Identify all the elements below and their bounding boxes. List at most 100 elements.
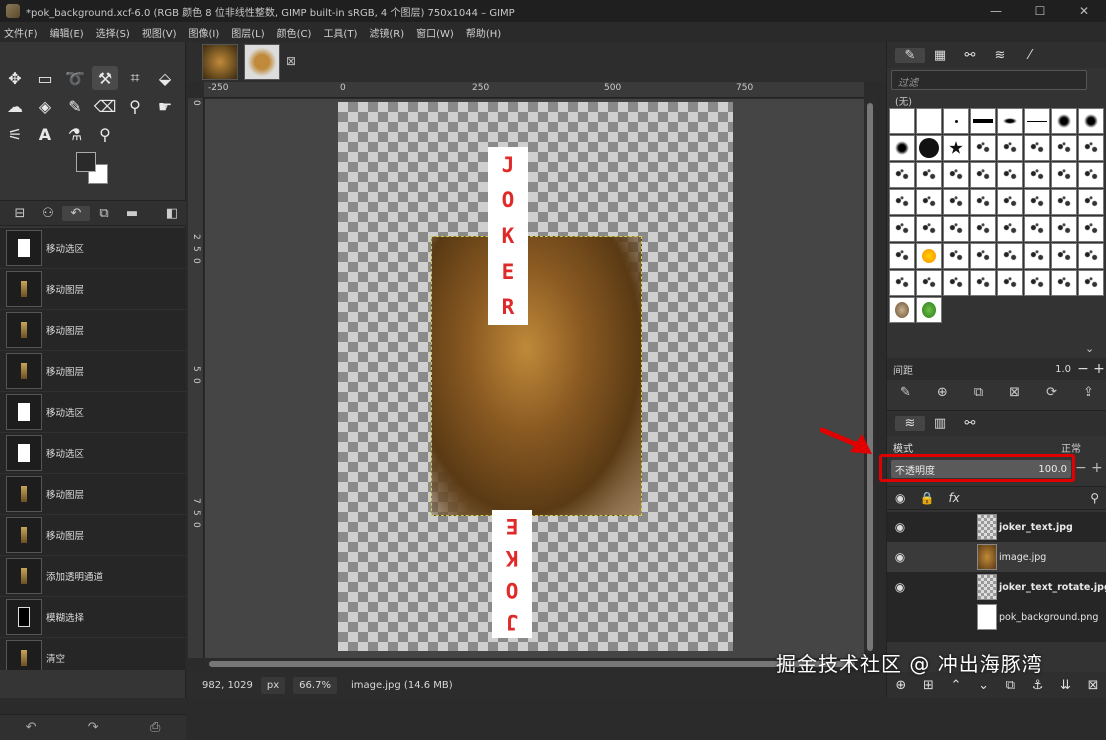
horizontal-scrollbar[interactable]: [205, 658, 864, 670]
brush-item[interactable]: [889, 108, 915, 134]
maximize-button[interactable]: ☐: [1018, 4, 1062, 18]
history-item[interactable]: 清空: [0, 638, 186, 670]
zoom-tool-icon[interactable]: ⚲: [92, 122, 118, 146]
menu-view[interactable]: 视图(V): [142, 25, 177, 40]
menu-file[interactable]: 文件(F): [4, 25, 38, 40]
lasso-tool-icon[interactable]: ➰: [62, 66, 88, 90]
brush-item[interactable]: [1024, 162, 1050, 188]
spacing-increase-icon[interactable]: +: [1091, 361, 1106, 377]
warp-tool-icon[interactable]: ☁: [2, 94, 28, 118]
brush-item[interactable]: [970, 270, 996, 296]
close-button[interactable]: ✕: [1062, 4, 1106, 18]
brush-item[interactable]: [1078, 270, 1104, 296]
brush-item[interactable]: [1078, 108, 1104, 134]
spacing-value[interactable]: 1.0: [1055, 364, 1071, 375]
opacity-decrease-icon[interactable]: −: [1075, 460, 1087, 476]
minimize-button[interactable]: —: [974, 4, 1018, 18]
raise-layer-icon[interactable]: ⌃: [951, 678, 962, 693]
paintbrush-tool-icon[interactable]: ✎: [62, 94, 88, 118]
color-picker-tool-icon[interactable]: ⚗: [62, 122, 88, 146]
layer-row[interactable]: ◉ pok_background.png: [887, 602, 1106, 632]
gradients-tab-icon[interactable]: ▬: [118, 206, 146, 221]
eye-icon[interactable]: ◉: [887, 520, 913, 534]
menu-edit[interactable]: 编辑(E): [50, 25, 84, 40]
image-tab-thumb-lion[interactable]: [202, 44, 238, 80]
brush-item[interactable]: [889, 162, 915, 188]
clear-history-icon[interactable]: ⎙: [150, 720, 160, 735]
brush-item[interactable]: [943, 270, 969, 296]
bucket-fill-tool-icon[interactable]: ◈: [32, 94, 58, 118]
brush-item[interactable]: [1024, 216, 1050, 242]
refresh-brushes-icon[interactable]: ⟳: [1046, 385, 1057, 400]
brush-item[interactable]: [916, 297, 942, 323]
brush-item[interactable]: [1024, 135, 1050, 161]
brush-item[interactable]: [997, 189, 1023, 215]
new-layer-group-icon[interactable]: ⊞: [923, 678, 934, 693]
brush-item[interactable]: [1051, 243, 1077, 269]
brush-item[interactable]: [916, 108, 942, 134]
layer-row[interactable]: ◉ joker_text.jpg: [887, 512, 1106, 542]
menu-select[interactable]: 选择(S): [96, 25, 130, 40]
brush-item[interactable]: [916, 216, 942, 242]
brush-filter-input[interactable]: 过滤: [891, 70, 1087, 90]
menu-filters[interactable]: 滤镜(R): [369, 25, 404, 40]
document-history-tab-icon[interactable]: ≋: [985, 48, 1015, 63]
crop-tool-icon[interactable]: ⌗: [122, 66, 148, 90]
brush-item[interactable]: [943, 216, 969, 242]
brush-item[interactable]: [1051, 108, 1077, 134]
duplicate-layer-icon[interactable]: ⧉: [1006, 678, 1015, 693]
images-tab-icon[interactable]: ⧉: [90, 206, 118, 221]
brush-item[interactable]: [916, 135, 942, 161]
history-item[interactable]: 移动图层: [0, 474, 186, 515]
redo-icon[interactable]: ↷: [88, 720, 99, 735]
layers-tab-icon[interactable]: ≋: [895, 416, 925, 431]
history-item[interactable]: 移动图层: [0, 269, 186, 310]
delete-layer-icon[interactable]: ⊠: [1088, 678, 1099, 693]
eraser-tool-icon[interactable]: ⌫: [92, 94, 118, 118]
history-item[interactable]: 移动图层: [0, 310, 186, 351]
brush-item[interactable]: [1051, 135, 1077, 161]
eye-icon[interactable]: ◉: [887, 550, 913, 564]
brush-item[interactable]: [1078, 162, 1104, 188]
paths-tool-icon[interactable]: ⚟: [2, 122, 28, 146]
brush-item[interactable]: [916, 270, 942, 296]
menu-windows[interactable]: 窗口(W): [416, 25, 454, 40]
brush-item[interactable]: [889, 243, 915, 269]
spacing-decrease-icon[interactable]: −: [1075, 361, 1091, 377]
brush-item[interactable]: [889, 270, 915, 296]
brush-item[interactable]: [916, 189, 942, 215]
fg-bg-colors[interactable]: [74, 150, 114, 190]
rect-select-tool-icon[interactable]: ▭: [32, 66, 58, 90]
brush-item[interactable]: [997, 270, 1023, 296]
new-brush-icon[interactable]: ⊕: [937, 385, 948, 400]
anchor-layer-icon[interactable]: ⚓: [1032, 678, 1044, 693]
brush-item[interactable]: [889, 216, 915, 242]
brush-item[interactable]: [1051, 189, 1077, 215]
image-tab-thumb-pok[interactable]: [244, 44, 280, 80]
brush-item[interactable]: [970, 135, 996, 161]
lower-layer-icon[interactable]: ⌄: [978, 678, 989, 693]
layer-row[interactable]: ◉ joker_text_rotate.jpg: [887, 572, 1106, 602]
opacity-increase-icon[interactable]: +: [1091, 460, 1103, 476]
history-item[interactable]: 移动选区: [0, 228, 186, 269]
brush-item[interactable]: [970, 162, 996, 188]
brush-item[interactable]: [1024, 243, 1050, 269]
history-item[interactable]: 模糊选择: [0, 597, 186, 638]
fuzzy-select-tool-icon[interactable]: ⚒: [92, 66, 118, 90]
brushes-tab-icon[interactable]: ✎: [895, 47, 925, 63]
text-tool-icon[interactable]: A: [32, 122, 58, 146]
brush-item[interactable]: [997, 108, 1023, 134]
brush-item[interactable]: [1024, 108, 1050, 134]
menu-help[interactable]: 帮助(H): [466, 25, 501, 40]
menu-colors[interactable]: 颜色(C): [277, 25, 312, 40]
layer-row[interactable]: ◉ image.jpg: [887, 542, 1106, 572]
patterns-tab-icon[interactable]: ▦: [925, 48, 955, 63]
brush-item[interactable]: [970, 108, 996, 134]
undo-history-tab-icon[interactable]: ↶: [62, 205, 90, 221]
brush-item[interactable]: [889, 189, 915, 215]
brush-item[interactable]: [889, 297, 915, 323]
paths-tab-icon[interactable]: ⚯: [955, 416, 985, 431]
brush-item[interactable]: [997, 243, 1023, 269]
history-item[interactable]: 移动图层: [0, 351, 186, 392]
brush-item[interactable]: [1024, 189, 1050, 215]
